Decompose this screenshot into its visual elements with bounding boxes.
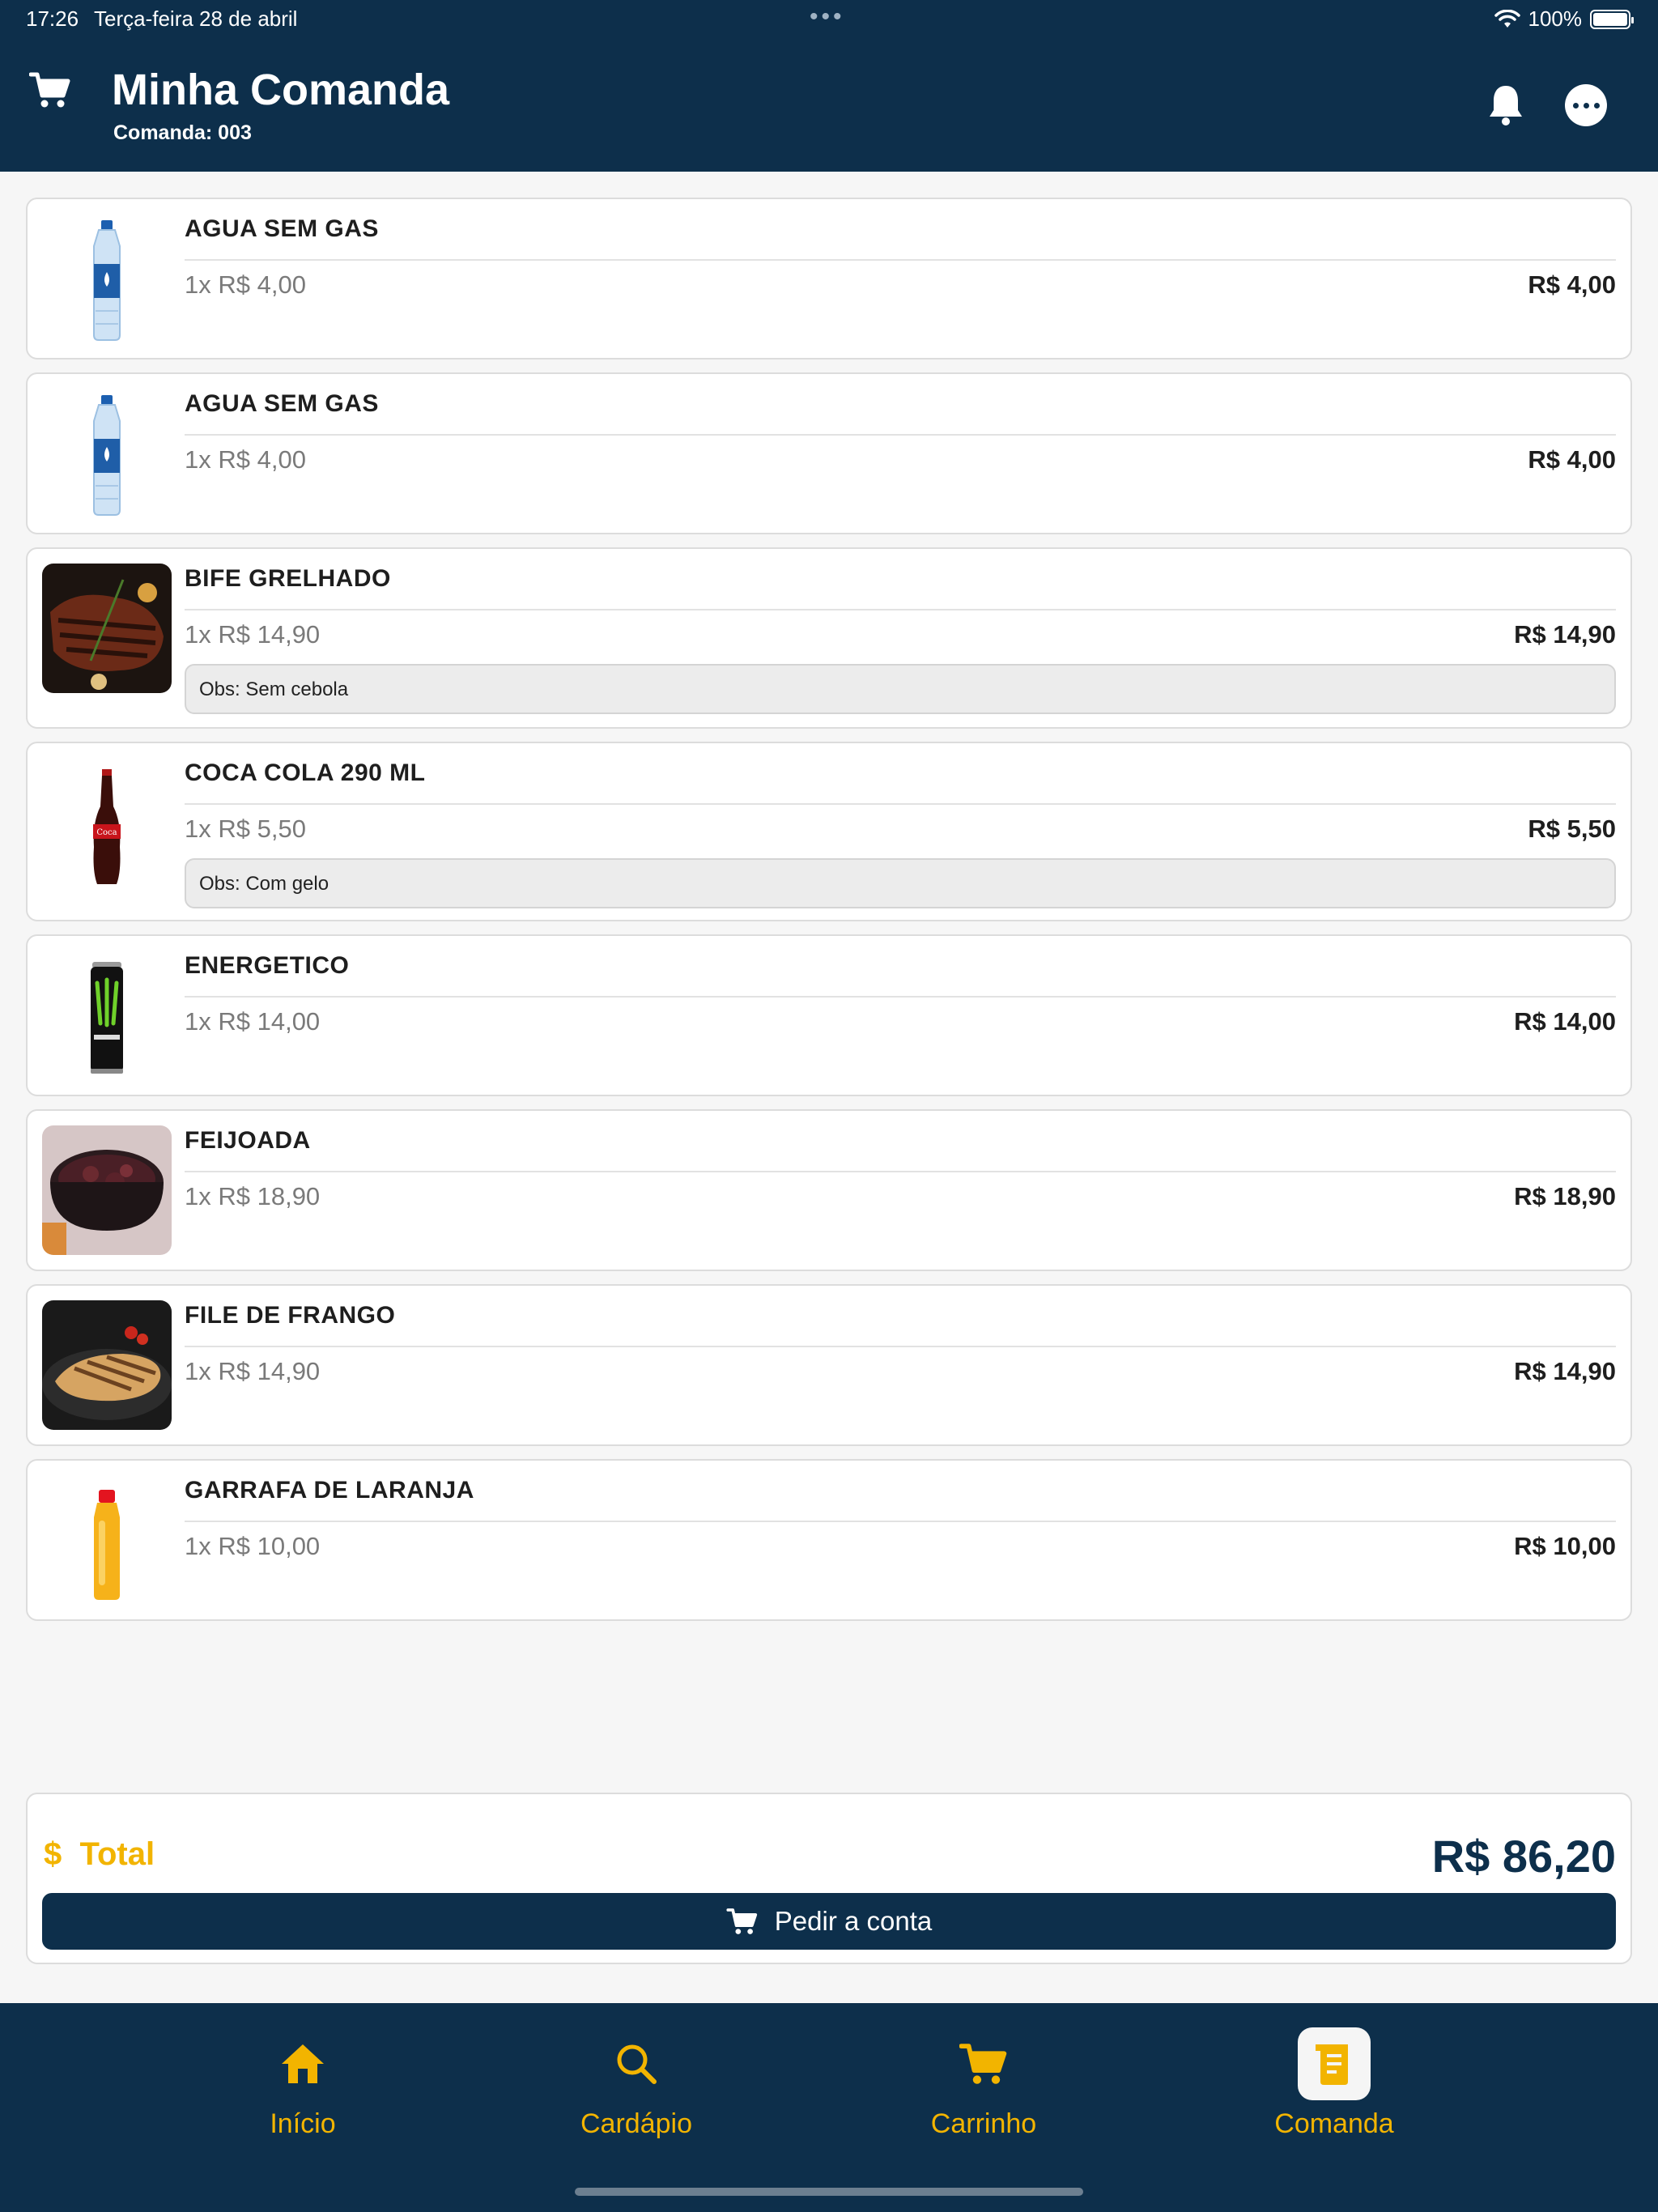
- tab-cardapio[interactable]: Cardápio: [547, 2027, 725, 2157]
- tab-comanda[interactable]: Comanda: [1245, 2027, 1423, 2157]
- comanda-number: Comanda: 003: [113, 121, 252, 144]
- water-bottle-image: [42, 389, 172, 518]
- divider: [185, 1171, 1616, 1172]
- item-total-price: R$ 14,00: [1514, 1007, 1616, 1036]
- request-bill-label: Pedir a conta: [774, 1906, 933, 1936]
- item-unit-price: 1x R$ 4,00: [185, 270, 306, 299]
- item-unit-price: 1x R$ 10,00: [185, 1532, 321, 1560]
- bell-icon[interactable]: [1486, 83, 1525, 126]
- search-icon: [600, 2027, 673, 2100]
- tab-label: Cardápio: [580, 2108, 692, 2139]
- cart-icon: [947, 2027, 1020, 2100]
- dollar-icon: $: [44, 1836, 62, 1872]
- item-total-price: R$ 18,90: [1514, 1182, 1616, 1210]
- order-item-card: AGUA SEM GAS 1x R$ 4,00 R$ 4,00: [26, 372, 1632, 534]
- order-item-card: BIFE GRELHADO 1x R$ 14,90 R$ 14,90 Obs: …: [26, 547, 1632, 729]
- svg-text:Coca: Coca: [96, 828, 117, 837]
- item-total-price: R$ 4,00: [1528, 445, 1616, 474]
- divider: [185, 434, 1616, 436]
- item-unit-price: 1x R$ 14,00: [185, 1007, 321, 1036]
- cart-icon: [29, 72, 70, 108]
- divider: [185, 1521, 1616, 1522]
- item-total-price: R$ 5,50: [1528, 815, 1616, 843]
- total-value: R$ 86,20: [1431, 1831, 1616, 1882]
- energy-drink-can-image: [42, 951, 172, 1080]
- app-header: 17:26 Terça-feira 28 de abril ••• 100% M…: [0, 0, 1658, 172]
- status-bar: 17:26 Terça-feira 28 de abril ••• 100%: [0, 0, 1658, 39]
- status-date: Terça-feira 28 de abril: [94, 6, 298, 31]
- home-icon: [266, 2027, 339, 2100]
- divider: [185, 996, 1616, 998]
- order-item-card: GARRAFA DE LARANJA 1x R$ 10,00 R$ 10,00: [26, 1459, 1632, 1621]
- status-right: 100%: [1494, 6, 1634, 32]
- order-item-card: FILE DE FRANGO 1x R$ 14,90 R$ 14,90: [26, 1284, 1632, 1446]
- tab-inicio[interactable]: Início: [214, 2027, 392, 2157]
- order-item-card: ENERGETICO 1x R$ 14,00 R$ 14,00: [26, 934, 1632, 1096]
- more-options-button[interactable]: [1565, 84, 1607, 126]
- grilled-chicken-image: [42, 1300, 172, 1430]
- orange-juice-bottle-image: [42, 1475, 172, 1605]
- total-label-text: Total: [79, 1836, 155, 1872]
- item-unit-price: 1x R$ 14,90: [185, 1357, 321, 1385]
- item-total-price: R$ 14,90: [1514, 1357, 1616, 1385]
- item-name: BIFE GRELHADO: [185, 565, 391, 592]
- item-name: COCA COLA 290 ML: [185, 759, 426, 786]
- order-item-card: Coca COCA COLA 290 ML 1x R$ 5,50 R$ 5,50…: [26, 742, 1632, 921]
- item-unit-price: 1x R$ 14,90: [185, 620, 321, 649]
- tab-label: Carrinho: [930, 2108, 1037, 2139]
- item-name: FILE DE FRANGO: [185, 1302, 396, 1329]
- item-name: FEIJOADA: [185, 1127, 311, 1154]
- divider: [185, 803, 1616, 805]
- total-label: $ Total: [44, 1836, 155, 1873]
- multitasking-dots-icon[interactable]: •••: [810, 3, 845, 31]
- item-observation: Obs: Sem cebola: [185, 664, 1616, 714]
- battery-icon: [1590, 9, 1634, 29]
- cola-bottle-image: Coca: [42, 758, 172, 887]
- water-bottle-image: [42, 214, 172, 343]
- item-observation: Obs: Com gelo: [185, 858, 1616, 908]
- wifi-icon: [1494, 9, 1520, 28]
- item-unit-price: 1x R$ 18,90: [185, 1182, 321, 1210]
- item-unit-price: 1x R$ 5,50: [185, 815, 306, 843]
- item-total-price: R$ 4,00: [1528, 270, 1616, 299]
- item-name: GARRAFA DE LARANJA: [185, 1477, 474, 1504]
- request-bill-button[interactable]: Pedir a conta: [42, 1893, 1616, 1950]
- receipt-icon: [1298, 2027, 1371, 2100]
- item-unit-price: 1x R$ 4,00: [185, 445, 306, 474]
- divider: [185, 259, 1616, 261]
- item-name: ENERGETICO: [185, 952, 350, 979]
- cart-icon: [726, 1908, 757, 1934]
- divider: [185, 609, 1616, 610]
- order-summary: $ Total R$ 86,20 Pedir a conta: [26, 1793, 1632, 1964]
- bottom-tab-bar: Início Cardápio Carrinho Comanda: [0, 2003, 1658, 2212]
- order-item-card: FEIJOADA 1x R$ 18,90 R$ 18,90: [26, 1109, 1632, 1271]
- feijoada-pot-image: [42, 1125, 172, 1255]
- home-indicator[interactable]: [575, 2188, 1083, 2196]
- item-total-price: R$ 14,90: [1514, 620, 1616, 649]
- item-name: AGUA SEM GAS: [185, 215, 379, 242]
- battery-percent: 100%: [1528, 6, 1583, 31]
- tab-label: Início: [270, 2108, 336, 2139]
- tab-label: Comanda: [1274, 2108, 1394, 2139]
- divider: [185, 1346, 1616, 1347]
- item-name: AGUA SEM GAS: [185, 390, 379, 417]
- item-total-price: R$ 10,00: [1514, 1532, 1616, 1560]
- status-time: 17:26: [26, 6, 79, 31]
- order-item-card: AGUA SEM GAS 1x R$ 4,00 R$ 4,00: [26, 198, 1632, 359]
- order-items-list: AGUA SEM GAS 1x R$ 4,00 R$ 4,00 AGUA SEM…: [26, 198, 1632, 1634]
- page-title: Minha Comanda: [112, 66, 450, 114]
- tab-carrinho[interactable]: Carrinho: [895, 2027, 1073, 2157]
- grilled-steak-image: [42, 564, 172, 693]
